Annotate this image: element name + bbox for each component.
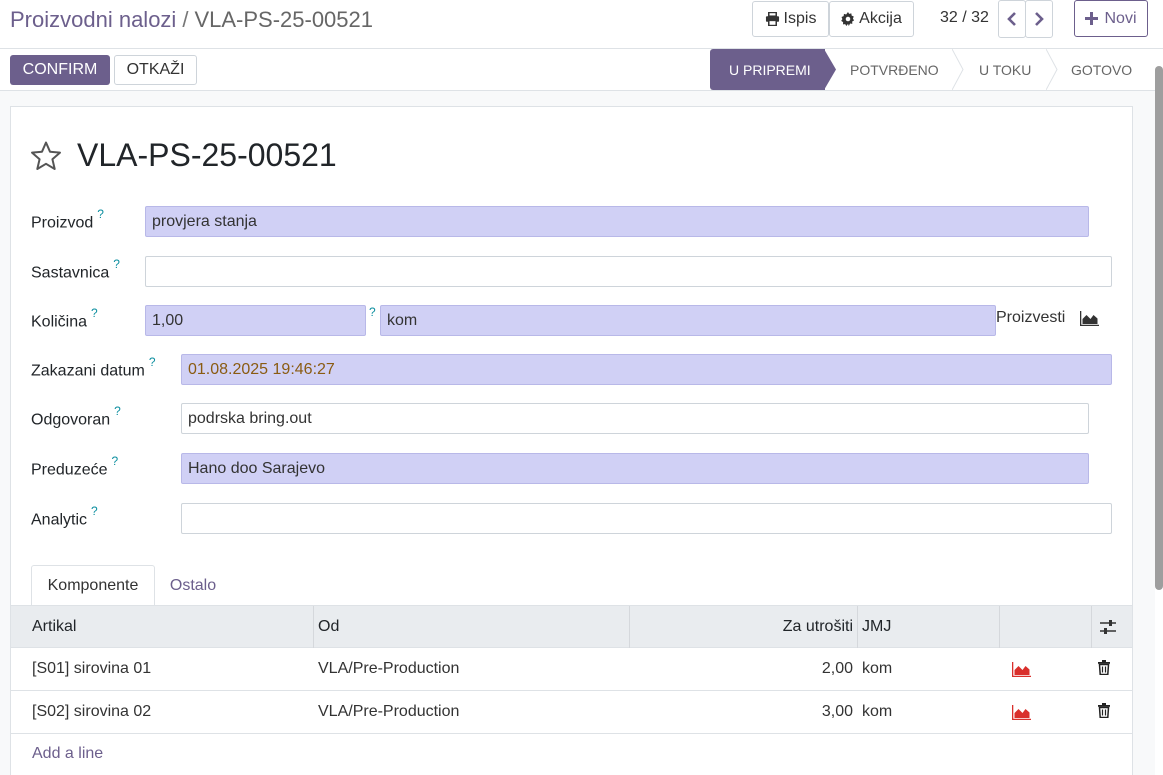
uom-field[interactable]: kom — [380, 305, 996, 336]
record-title: VLA-PS-25-00521 — [77, 137, 337, 173]
chevron-right-icon — [1035, 12, 1044, 26]
new-button[interactable]: Novi — [1074, 0, 1148, 37]
control-panel: Proizvodni nalozi / VLA-PS-25-00521 Ispis … — [0, 0, 1163, 49]
column-divider — [1091, 606, 1092, 648]
stage-draft-label: U PRIPREMI — [729, 61, 811, 78]
action-button[interactable]: Akcija — [829, 1, 914, 37]
company-label: Preduzeće? — [31, 454, 119, 479]
print-icon — [765, 12, 779, 26]
product-field[interactable]: provjera stanja — [145, 206, 1089, 237]
pager-value[interactable]: 32 / 32 — [940, 9, 989, 27]
breadcrumb-separator: / — [182, 7, 189, 32]
breadcrumb: Proizvodni nalozi / VLA-PS-25-00521 — [10, 7, 373, 33]
row-product: [S01] sirovina 01 — [32, 660, 152, 677]
stage-progress[interactable]: U TOKU — [979, 49, 1049, 90]
breadcrumb-current: VLA-PS-25-00521 — [194, 7, 373, 32]
area-chart-icon[interactable] — [1080, 311, 1099, 326]
bom-field[interactable] — [145, 256, 1112, 287]
row-product: [S02] sirovina 02 — [32, 703, 152, 720]
table-row[interactable]: [S02] sirovina 02 VLA/Pre-Production 3,0… — [11, 691, 1132, 734]
stage-confirmed-label: POTVRĐENO — [850, 61, 939, 78]
action-label: Akcija — [859, 10, 902, 27]
tab-components[interactable]: Komponente — [31, 565, 155, 606]
responsible-label: Odgovoran? — [31, 404, 121, 429]
company-field[interactable]: Hano doo Sarajevo — [181, 453, 1089, 484]
chevron-left-icon — [1007, 12, 1016, 26]
column-divider — [313, 606, 314, 648]
row-from: VLA/Pre-Production — [318, 703, 460, 720]
confirm-button[interactable]: CONFIRM — [10, 55, 110, 85]
gear-icon — [841, 12, 855, 26]
scrollbar[interactable] — [1155, 66, 1163, 590]
column-header-uom[interactable]: JMJ — [862, 606, 891, 648]
column-divider — [857, 606, 858, 648]
stage-arrow — [824, 49, 836, 90]
quantity-field[interactable]: 1,00 — [145, 305, 366, 336]
stage-done[interactable]: GOTOVO — [1071, 49, 1153, 90]
stage-done-label: GOTOVO — [1071, 61, 1133, 78]
trash-icon[interactable] — [1098, 703, 1110, 718]
new-label: Novi — [1104, 9, 1137, 27]
trash-icon[interactable] — [1098, 660, 1110, 675]
tab-other[interactable]: Ostalo — [159, 565, 227, 606]
analytic-field[interactable] — [181, 503, 1112, 534]
print-label: Ispis — [783, 10, 817, 27]
row-to-consume: 2,00 — [821, 660, 853, 677]
row-uom: kom — [862, 703, 893, 720]
stage-separator — [1046, 49, 1058, 90]
table-row[interactable]: [S01] sirovina 01 VLA/Pre-Production 2,0… — [11, 648, 1132, 691]
row-to-consume: 3,00 — [821, 703, 853, 720]
column-divider — [999, 606, 1000, 648]
forecast-chart-icon[interactable] — [1012, 705, 1031, 720]
breadcrumb-parent-link[interactable]: Proizvodni nalozi — [10, 7, 176, 32]
add-line-link[interactable]: Add a line — [32, 745, 103, 763]
produce-label: Proizvesti — [996, 309, 1066, 326]
column-header-product[interactable]: Artikal — [32, 606, 76, 648]
stage-separator — [952, 49, 964, 90]
scheduled-date-field[interactable]: 01.08.2025 19:46:27 — [181, 354, 1112, 385]
analytic-label: Analytic? — [31, 504, 98, 529]
column-header-from[interactable]: Od — [318, 606, 339, 648]
column-header-to-consume[interactable]: Za utrošiti — [631, 606, 853, 648]
row-uom: kom — [862, 660, 893, 677]
status-stages: U PRIPREMI POTVRĐENO U TOKU GOTOVO — [710, 49, 1153, 90]
uom-help-mark: ? — [369, 305, 376, 319]
stage-draft[interactable]: U PRIPREMI — [710, 49, 825, 90]
column-divider — [629, 606, 630, 648]
bom-label: Sastavnica? — [31, 257, 120, 282]
cancel-button[interactable]: OTKAŽI — [114, 55, 197, 85]
print-button[interactable]: Ispis — [752, 1, 829, 37]
quantity-label: Količina? — [31, 306, 98, 331]
stage-progress-label: U TOKU — [979, 61, 1032, 78]
forecast-chart-icon[interactable] — [1012, 662, 1031, 677]
plus-icon — [1085, 12, 1099, 25]
status-bar: CONFIRM OTKAŽI U PRIPREMI POTVRĐENO U TO… — [0, 49, 1163, 91]
responsible-field[interactable]: podrska bring.out — [181, 403, 1089, 434]
settings-sliders-icon[interactable] — [1099, 619, 1117, 635]
product-label: Proizvod? — [31, 207, 104, 232]
row-from: VLA/Pre-Production — [318, 660, 460, 677]
pager-next-button[interactable] — [1025, 0, 1053, 38]
star-icon[interactable] — [30, 140, 62, 172]
date-label: Zakazani datum? — [31, 355, 156, 380]
pager-previous-button[interactable] — [998, 0, 1026, 38]
stage-confirmed[interactable]: POTVRĐENO — [850, 49, 950, 90]
components-table-header: Artikal Od Za utrošiti JMJ — [11, 605, 1132, 648]
